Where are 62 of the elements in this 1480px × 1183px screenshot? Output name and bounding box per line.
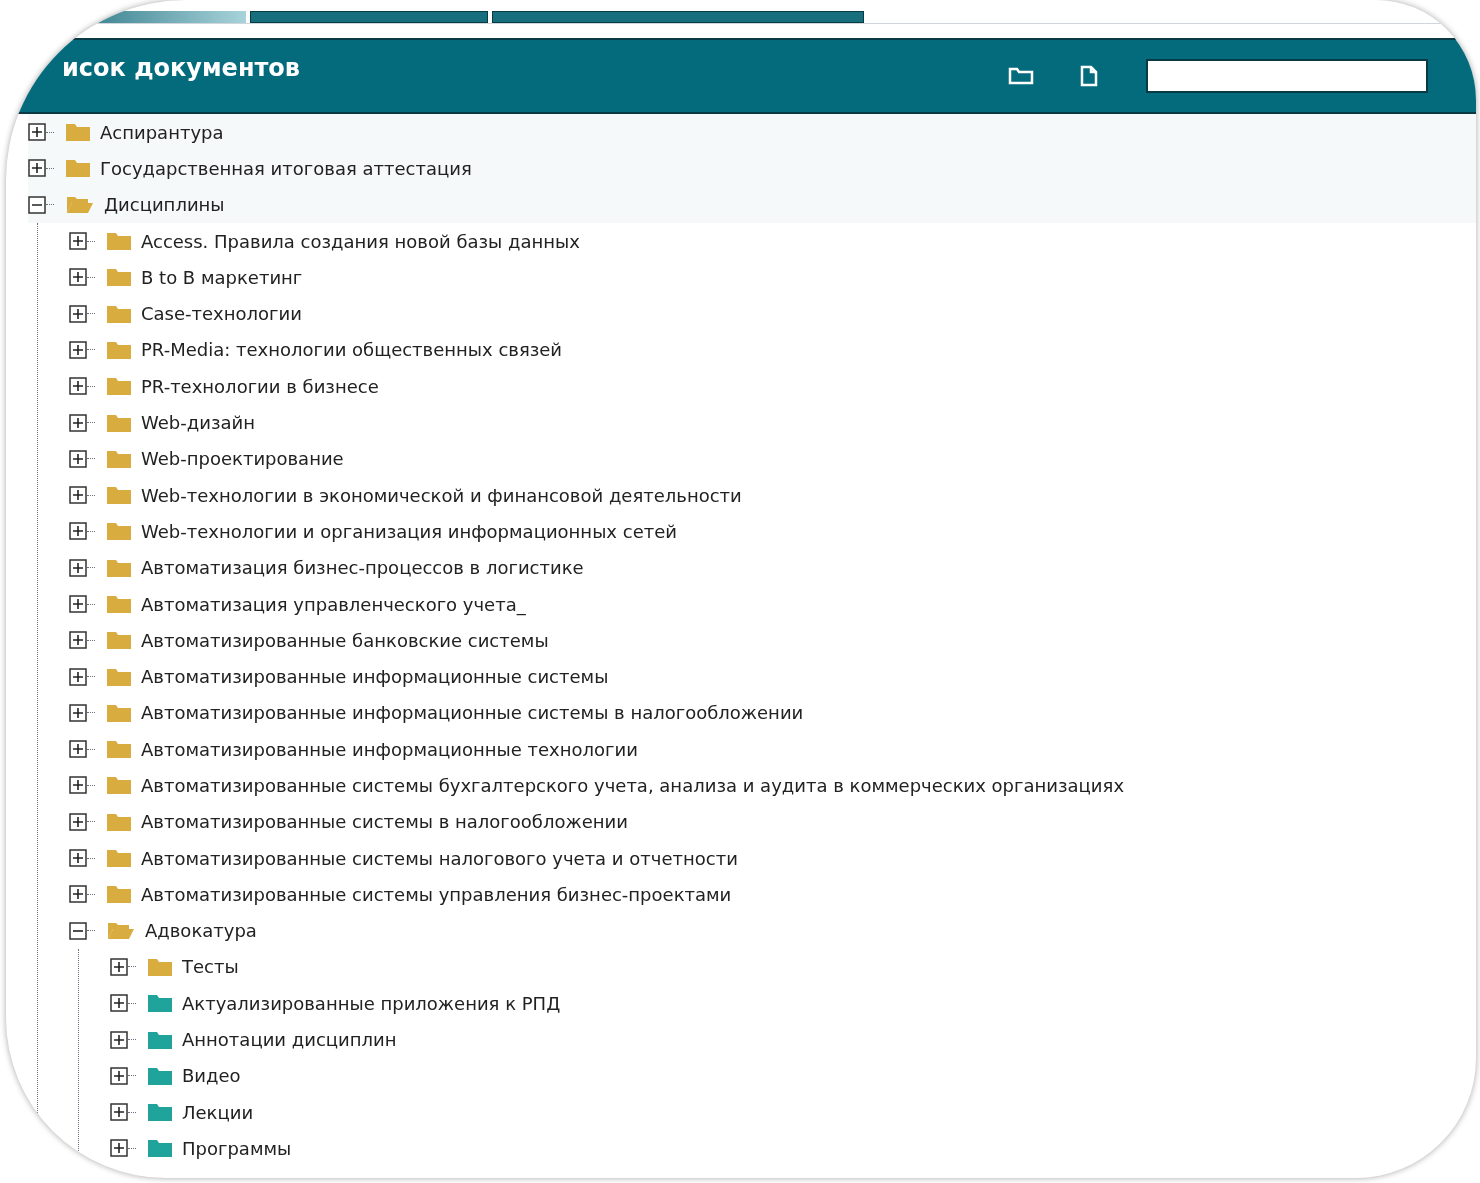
expand-icon[interactable]: [110, 1066, 128, 1085]
tree-item[interactable]: PR-Media: технологии общественных связей: [141, 336, 563, 364]
tree-item[interactable]: Автоматизация управленческого учета_: [141, 590, 526, 618]
expand-icon[interactable]: [69, 740, 87, 759]
tree-item[interactable]: Актуализированные приложения к РПД: [182, 989, 561, 1017]
expand-icon[interactable]: [69, 558, 87, 577]
tree-item[interactable]: Аспирантура: [100, 118, 224, 146]
expand-icon[interactable]: [69, 413, 87, 432]
collapse-icon[interactable]: [28, 195, 46, 214]
folder-icon[interactable]: [1008, 67, 1034, 85]
expand-icon[interactable]: [69, 449, 87, 468]
tree-item[interactable]: Автоматизированные системы налогового учета и отчетности: [141, 844, 738, 872]
expand-icon[interactable]: [110, 1139, 128, 1158]
tree-item[interactable]: Access. Правила создания новой базы данных: [141, 227, 580, 255]
expand-icon[interactable]: [69, 304, 87, 323]
expand-icon[interactable]: [69, 268, 87, 287]
tree-item[interactable]: Программы: [182, 1134, 292, 1162]
expand-icon[interactable]: [110, 957, 128, 976]
expand-icon[interactable]: [69, 667, 87, 686]
expand-icon[interactable]: [69, 595, 87, 613]
tree-item[interactable]: Автоматизированные системы в налогообложении: [141, 808, 628, 836]
tree-item[interactable]: Web-технологии и организация информационных сетей: [141, 517, 677, 545]
tree-item[interactable]: Аннотации дисциплин: [182, 1026, 397, 1054]
tree-item[interactable]: Дисциплины: [104, 191, 225, 219]
expand-icon[interactable]: [69, 377, 87, 396]
expand-icon[interactable]: [69, 776, 87, 795]
expand-icon[interactable]: [69, 849, 87, 868]
expand-icon[interactable]: [110, 994, 128, 1013]
tree-item[interactable]: Автоматизированные системы управления бизнес-проектами: [141, 880, 732, 908]
expand-icon[interactable]: [69, 631, 87, 650]
expand-icon[interactable]: [110, 1103, 128, 1122]
expand-icon[interactable]: [69, 812, 87, 831]
tree-item[interactable]: Web-проектирование: [141, 445, 344, 473]
header-title: исок документов: [62, 53, 301, 84]
tree-item[interactable]: Автоматизированные банковские системы: [141, 626, 549, 654]
tree-item[interactable]: B to B маркетинг: [141, 263, 303, 291]
tree-item[interactable]: Автоматизация бизнес-процессов в логистике: [141, 554, 584, 582]
expand-icon[interactable]: [69, 703, 87, 722]
tree-item[interactable]: Автоматизированные информационные системы в налогообложении: [141, 699, 804, 727]
document-icon[interactable]: [1080, 65, 1098, 87]
tree-item[interactable]: Государственная итоговая аттестация: [100, 154, 472, 182]
expand-icon[interactable]: [110, 1030, 128, 1049]
expand-icon[interactable]: [28, 123, 46, 142]
expand-icon[interactable]: [28, 159, 46, 178]
tree-item[interactable]: Лекции: [182, 1098, 254, 1126]
expand-icon[interactable]: [69, 885, 87, 904]
tree-item[interactable]: Автоматизированные информационные системы: [141, 663, 609, 691]
tree-item[interactable]: Автоматизированные системы бухгалтерского учета, анализа и аудита в коммерческих организациях: [141, 772, 1125, 799]
tree-item[interactable]: Автоматизированные информационные технологии: [141, 735, 638, 763]
tree-item[interactable]: Web-технологии в экономической и финансовой деятельности: [141, 481, 742, 509]
tree-item[interactable]: Тесты: [182, 953, 239, 981]
tree-item[interactable]: Адвокатура: [145, 917, 257, 945]
expand-icon[interactable]: [69, 522, 87, 541]
tree-item[interactable]: Web-дизайн: [141, 409, 255, 436]
collapse-icon[interactable]: [69, 921, 87, 940]
expand-icon[interactable]: [69, 486, 87, 505]
tree-item[interactable]: Case-технологии: [141, 300, 302, 328]
tree-item[interactable]: PR-технологии в бизнесе: [141, 372, 379, 400]
search-field[interactable]: [1146, 59, 1428, 93]
tree-item[interactable]: Видео: [182, 1062, 241, 1090]
expand-icon[interactable]: [69, 232, 87, 251]
expand-icon[interactable]: [69, 340, 87, 359]
